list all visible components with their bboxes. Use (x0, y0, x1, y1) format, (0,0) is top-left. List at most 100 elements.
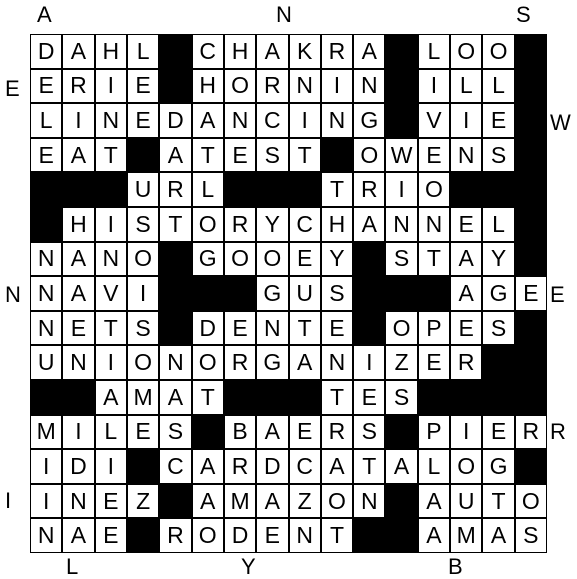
cell-letter: A (70, 245, 87, 272)
grid-cell: O (417, 172, 451, 207)
cell-letter: I (398, 176, 405, 203)
cell-letter: B (232, 418, 248, 445)
cell-letter: E (361, 383, 377, 410)
grid-block (482, 172, 515, 207)
grid-cell: N (288, 518, 321, 553)
cell-letter: D (199, 314, 217, 341)
grid-cell: A (256, 483, 289, 519)
grid-cell: G (256, 276, 289, 311)
grid-block (482, 345, 515, 380)
cell-letter: N (457, 141, 475, 168)
grid-block (385, 276, 418, 311)
cell-letter: E (103, 522, 119, 549)
grid-cell: H (223, 34, 257, 69)
cell-letter: A (426, 522, 442, 549)
cell-letter: T (168, 210, 183, 237)
grid-block (159, 276, 192, 311)
grid-cell: A (353, 34, 386, 69)
grid-cell: U (126, 172, 160, 207)
cell-letter: A (70, 141, 87, 168)
cell-letter: N (102, 106, 120, 133)
cell-letter: O (489, 37, 508, 64)
grid-cell: E (126, 103, 160, 138)
grid-cell: O (385, 310, 418, 346)
grid-cell: R (320, 34, 354, 69)
grid-cell: R (159, 518, 192, 553)
cell-letter: I (301, 106, 308, 133)
cell-letter: N (360, 72, 378, 99)
left-edge-letter-1: E (5, 76, 20, 101)
right-edge-letter-3: R (550, 419, 566, 444)
cell-letter: R (231, 452, 249, 479)
cell-letter: T (329, 522, 344, 549)
cell-letter: R (328, 37, 346, 64)
grid-block (223, 276, 257, 311)
cell-letter: L (39, 106, 53, 133)
grid-block (62, 380, 95, 415)
cell-letter: S (393, 383, 410, 410)
cell-letter: R (328, 418, 346, 445)
grid-cell: T (191, 137, 224, 173)
cell-letter: O (521, 487, 540, 514)
cell-letter: A (70, 37, 87, 64)
cell-letter: I (75, 106, 82, 133)
cell-letter: I (463, 106, 470, 133)
grid-cell: N (353, 68, 386, 104)
grid-block (482, 380, 515, 415)
grid-cell: U (288, 276, 321, 311)
grid-cell: A (191, 483, 224, 519)
grid-block (385, 483, 418, 519)
grid-cell: A (62, 137, 95, 173)
cell-letter: O (231, 245, 249, 272)
cell-letter: G (489, 279, 508, 306)
cell-letter: A (264, 487, 281, 514)
grid-block (320, 137, 354, 173)
grid-cell: E (30, 68, 63, 104)
grid-cell: T (288, 137, 321, 173)
grid-block (30, 380, 63, 415)
cell-letter: C (199, 37, 217, 64)
grid-block (353, 241, 386, 277)
grid-cell: N (62, 483, 95, 519)
grid-block (191, 276, 224, 311)
grid-cell: N (320, 103, 354, 138)
grid-cell: I (288, 103, 321, 138)
cell-letter: A (426, 487, 442, 514)
grid-cell: E (256, 518, 289, 553)
cell-letter: R (264, 72, 281, 99)
grid-block (385, 68, 418, 104)
cell-letter: O (392, 314, 411, 341)
grid-cell: S (353, 414, 386, 450)
grid-cell: N (30, 310, 63, 346)
cell-letter: H (231, 37, 249, 64)
cell-letter: R (457, 349, 475, 376)
cell-letter: S (135, 210, 151, 237)
grid-cell: A (62, 34, 95, 69)
grid-cell: R (256, 68, 289, 104)
grid-cell: I (94, 449, 127, 484)
grid-cell: N (385, 207, 418, 242)
cell-letter: H (102, 37, 120, 64)
cell-letter: S (329, 279, 345, 306)
grid-cell: O (482, 34, 515, 69)
cell-letter: O (134, 349, 153, 376)
grid-block (417, 276, 451, 311)
grid-block (353, 310, 386, 346)
cell-letter: R (360, 176, 378, 203)
grid-cell: E (450, 207, 483, 242)
grid-cell: R (223, 345, 257, 380)
cell-letter: O (198, 522, 217, 549)
cell-letter: G (360, 106, 379, 133)
cell-letter: L (427, 452, 441, 479)
cell-letter: M (456, 522, 476, 549)
grid-cell: E (288, 241, 321, 277)
grid-cell: D (30, 34, 63, 69)
cell-letter: N (328, 349, 346, 376)
grid-cell: H (191, 68, 224, 104)
grid-cell: T (320, 172, 354, 207)
grid-cell: S (126, 310, 160, 346)
grid-cell: T (320, 380, 354, 415)
cell-letter: E (232, 141, 248, 168)
cell-letter: T (362, 452, 377, 479)
cell-letter: S (135, 314, 151, 341)
